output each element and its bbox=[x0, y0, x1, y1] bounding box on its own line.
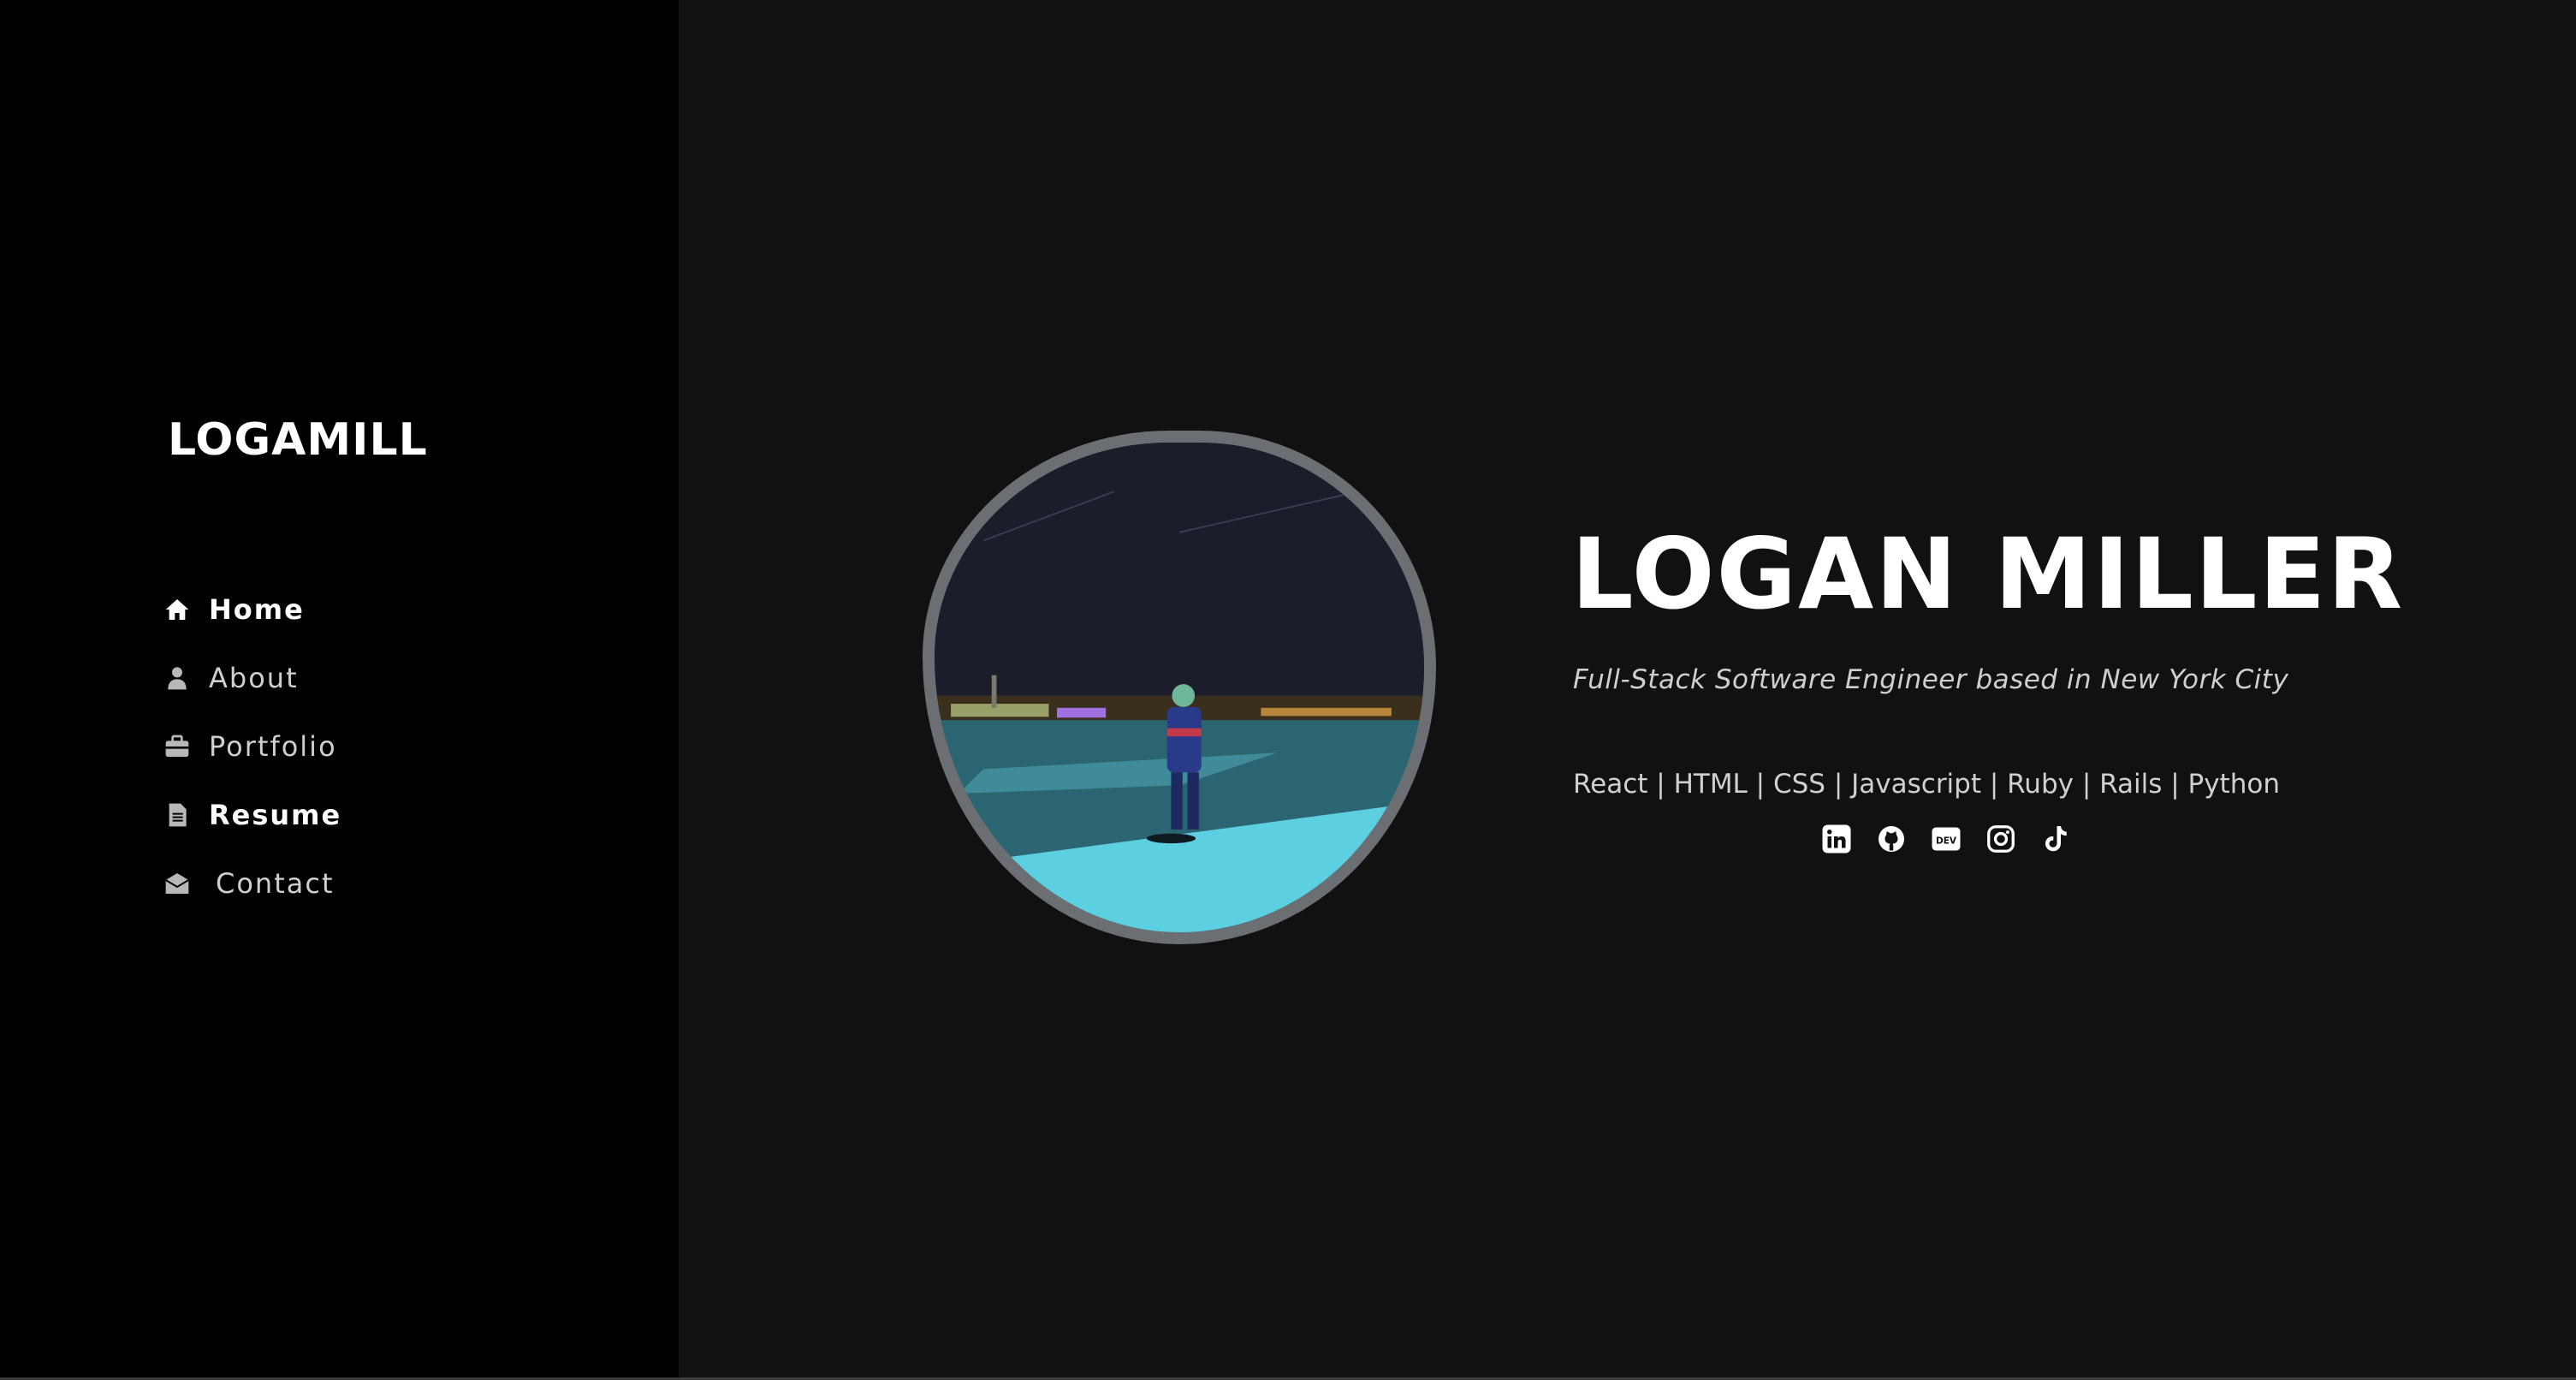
social-links: DEV bbox=[1821, 824, 2071, 854]
instagram-icon[interactable] bbox=[1985, 824, 2016, 854]
sidebar-item-about[interactable]: About bbox=[161, 644, 341, 712]
briefcase-icon bbox=[161, 730, 193, 763]
sidebar-item-label: Home bbox=[209, 593, 305, 626]
sidebar-item-label: About bbox=[209, 662, 299, 694]
hero-tagline: Full-Stack Software Engineer based in Ne… bbox=[1573, 664, 2289, 695]
home-icon bbox=[161, 593, 193, 626]
hero-name: LOGAN MILLER bbox=[1571, 517, 2405, 631]
document-icon bbox=[161, 799, 193, 831]
envelope-icon bbox=[161, 867, 193, 900]
page: LOGAMILL Home About Portfolio Resume Con… bbox=[0, 0, 2576, 1380]
sidebar-item-label: Resume bbox=[209, 799, 342, 831]
sidebar-item-portfolio[interactable]: Portfolio bbox=[161, 712, 341, 781]
sidebar-nav: Home About Portfolio Resume Contact bbox=[161, 575, 341, 918]
svg-text:DEV: DEV bbox=[1936, 836, 1957, 846]
sidebar-item-contact[interactable]: Contact bbox=[161, 849, 341, 918]
sidebar: LOGAMILL Home About Portfolio Resume Con… bbox=[0, 0, 679, 1380]
sidebar-item-resume[interactable]: Resume bbox=[161, 781, 341, 849]
github-icon[interactable] bbox=[1876, 824, 1907, 854]
linkedin-icon[interactable] bbox=[1821, 824, 1852, 854]
sidebar-item-label: Contact bbox=[216, 867, 335, 900]
profile-photo bbox=[923, 431, 1436, 944]
tiktok-icon[interactable] bbox=[2040, 824, 2071, 854]
sidebar-item-label: Portfolio bbox=[209, 730, 337, 763]
skills-list: React | HTML | CSS | Javascript | Ruby |… bbox=[1573, 769, 2280, 800]
site-logo[interactable]: LOGAMILL bbox=[168, 414, 428, 466]
user-icon bbox=[161, 662, 193, 694]
sidebar-item-home[interactable]: Home bbox=[161, 575, 341, 644]
dev-icon[interactable]: DEV bbox=[1931, 824, 1962, 854]
